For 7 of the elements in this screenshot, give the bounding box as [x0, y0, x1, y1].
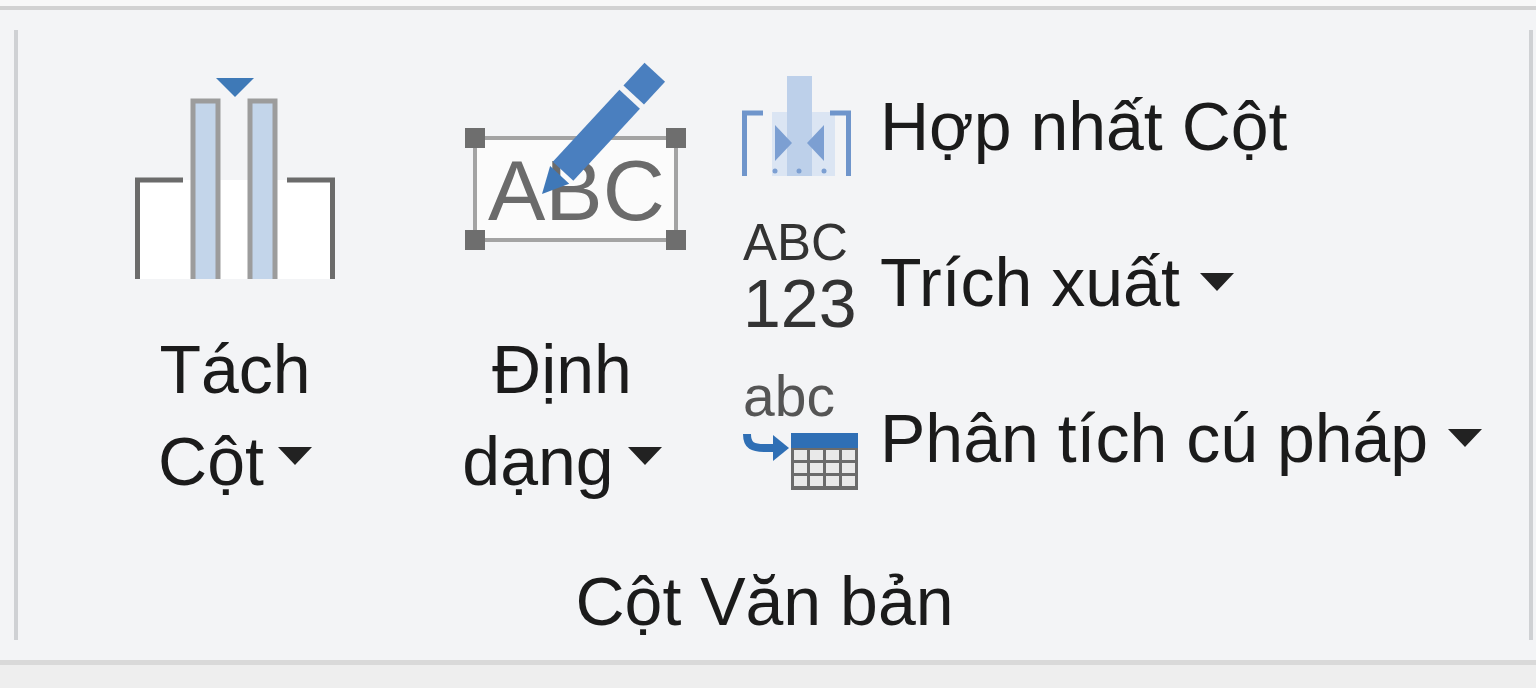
abc-123-icon: ABC 123 — [741, 216, 860, 330]
split-column-button[interactable]: Tách Cột — [120, 60, 350, 507]
columns-icon — [134, 76, 336, 279]
merge-columns-button[interactable]: Hợp nhất Cột — [737, 52, 1487, 200]
parse-button[interactable]: abc Phân tích cú pháp — [737, 364, 1487, 512]
group-label: Cột Văn bản — [575, 563, 954, 639]
merge-columns-icon — [741, 74, 852, 178]
